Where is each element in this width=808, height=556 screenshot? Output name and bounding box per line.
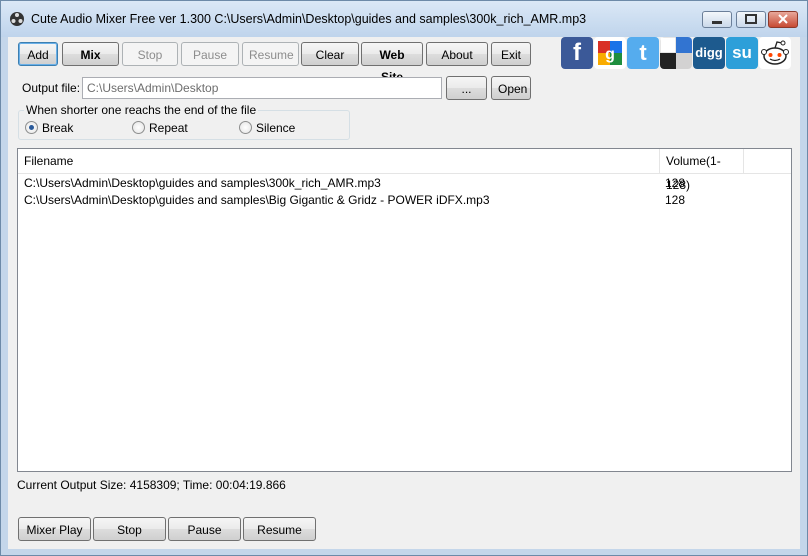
facebook-icon[interactable]: f xyxy=(561,37,593,69)
maximize-icon xyxy=(745,14,757,24)
clear-button[interactable]: Clear xyxy=(301,42,359,66)
silence-radio[interactable] xyxy=(239,121,252,134)
mixer-play-button[interactable]: Mixer Play xyxy=(18,517,91,541)
delicious-icon-graphic xyxy=(660,37,692,69)
filename-cell: C:\Users\Admin\Desktop\guides and sample… xyxy=(24,193,490,207)
digg-icon[interactable]: digg xyxy=(693,37,725,69)
file-list[interactable]: Filename Volume(1-128) C:\Users\Admin\De… xyxy=(17,148,792,472)
resume-button[interactable]: Resume xyxy=(242,42,299,66)
website-button[interactable]: Web Site xyxy=(361,42,423,84)
break-radio[interactable] xyxy=(25,121,38,134)
delicious-icon[interactable] xyxy=(660,37,692,69)
maximize-button[interactable] xyxy=(736,11,766,28)
bottom-stop-button[interactable]: Stop xyxy=(93,517,166,541)
window-title: Cute Audio Mixer Free ver 1.300 C:\Users… xyxy=(31,12,587,26)
status-text: Current Output Size: 4158309; Time: 00:0… xyxy=(17,478,286,492)
output-file-field[interactable]: C:\Users\Admin\Desktop xyxy=(82,77,442,99)
list-header: Filename Volume(1-128) xyxy=(18,149,791,192)
silence-label[interactable]: Silence xyxy=(256,121,295,135)
mix-button[interactable]: Mix xyxy=(62,42,119,66)
exit-button[interactable]: Exit xyxy=(491,42,531,66)
repeat-label[interactable]: Repeat xyxy=(149,121,188,135)
stop-button[interactable]: Stop xyxy=(122,42,178,66)
google-icon-graphic: g xyxy=(598,41,622,65)
pause-button[interactable]: Pause xyxy=(181,42,239,66)
google-icon[interactable]: g xyxy=(594,37,626,69)
browse-button[interactable]: ... xyxy=(446,76,487,100)
film-reel-icon xyxy=(10,12,24,26)
bottom-resume-button[interactable]: Resume xyxy=(243,517,316,541)
twitter-icon[interactable]: t xyxy=(627,37,659,69)
about-button[interactable]: About xyxy=(426,42,488,66)
social-links: f g t digg su xyxy=(561,37,797,69)
filename-column-header[interactable]: Filename xyxy=(18,149,660,173)
stumbleupon-icon[interactable]: su xyxy=(726,37,758,69)
close-button[interactable] xyxy=(768,11,798,28)
app-window: Cute Audio Mixer Free ver 1.300 C:\Users… xyxy=(0,0,808,556)
filename-cell: C:\Users\Admin\Desktop\guides and sample… xyxy=(24,176,381,190)
svg-text:g: g xyxy=(605,46,615,63)
client-area: Add Mix Stop Pause Resume Clear Web Site… xyxy=(8,37,800,549)
output-file-label: Output file: xyxy=(22,81,81,95)
table-row[interactable]: C:\Users\Admin\Desktop\guides and sample… xyxy=(18,175,791,192)
minimize-icon xyxy=(712,21,722,24)
shorter-file-legend: When shorter one reachs the end of the f… xyxy=(24,103,259,117)
volume-cell: 128 xyxy=(665,193,686,207)
volume-cell: 128 xyxy=(665,176,686,190)
close-icon xyxy=(778,14,788,24)
bottom-pause-button[interactable]: Pause xyxy=(168,517,241,541)
repeat-radio[interactable] xyxy=(132,121,145,134)
add-button[interactable]: Add xyxy=(18,42,58,66)
open-button[interactable]: Open xyxy=(491,76,531,100)
reddit-icon[interactable] xyxy=(759,37,791,69)
reddit-alien-icon xyxy=(761,40,789,65)
minimize-button[interactable] xyxy=(702,11,732,28)
break-label[interactable]: Break xyxy=(42,121,73,135)
table-row[interactable]: C:\Users\Admin\Desktop\guides and sample… xyxy=(18,192,791,209)
volume-column-header[interactable]: Volume(1-128) xyxy=(660,149,744,192)
title-bar[interactable]: Cute Audio Mixer Free ver 1.300 C:\Users… xyxy=(1,1,807,37)
